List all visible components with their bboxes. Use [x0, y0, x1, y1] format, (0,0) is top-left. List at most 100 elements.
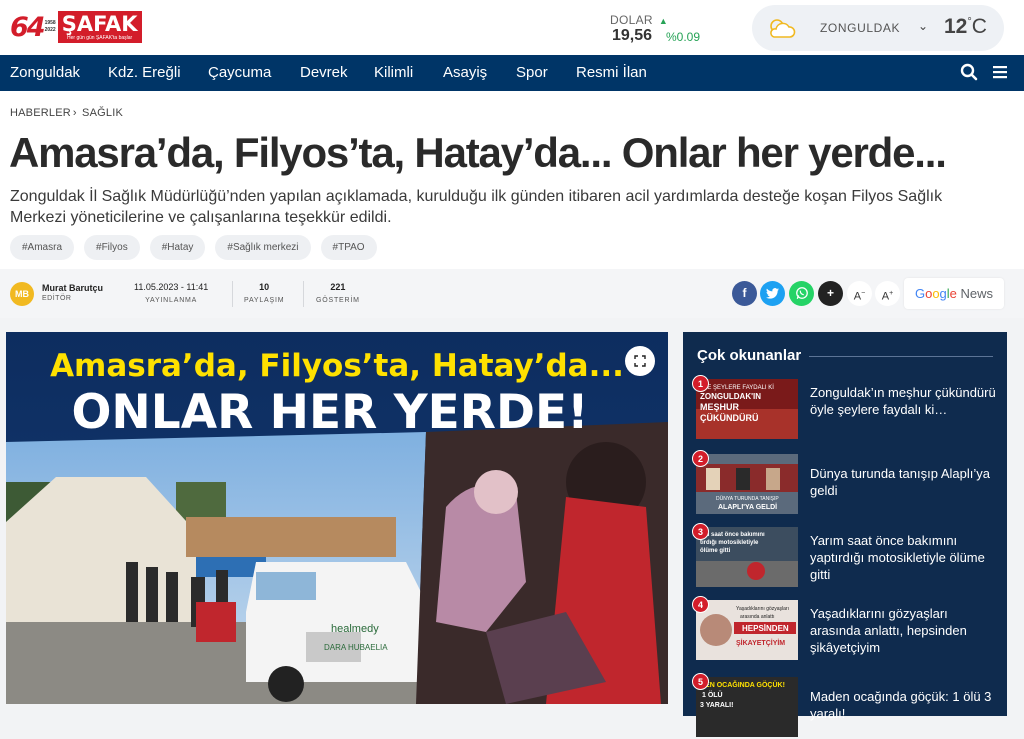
twitter-icon[interactable]	[760, 281, 785, 306]
nav-item-kilimli[interactable]: Kilimli	[374, 64, 413, 81]
thumb-caption: 3 YARALI!	[700, 702, 733, 709]
author-role: EDİTÖR	[42, 295, 72, 302]
tag-amasra[interactable]: #Amasra	[10, 235, 75, 260]
logo-name: ŞAFAK	[61, 12, 138, 36]
temperature-value: 12	[944, 15, 968, 38]
most-read-title[interactable]: Yaşadıklarını gözyaşları arasında anlatt…	[810, 605, 996, 656]
font-increase-button[interactable]: A+	[875, 281, 900, 306]
most-read-sidebar: Çok okunanlar 1 YLE ŞEYLERE FAYDALI Kİ Z…	[683, 332, 1007, 737]
logo-year-bottom: 2022	[44, 27, 56, 33]
logo-number: 64	[10, 11, 46, 43]
rank-badge: 5	[692, 673, 709, 690]
author-name[interactable]: Murat Barutçu	[42, 283, 103, 293]
nav-item-resmi-ilan[interactable]: Resmi İlan	[576, 64, 647, 81]
nav-icons	[960, 63, 1008, 81]
tag-list: #Amasra #Filyos #Hatay #Sağlık merkezi #…	[10, 235, 377, 260]
thumb-caption: ZONGULDAK'IN	[700, 392, 761, 401]
article-hero-image[interactable]: healmedy DARA HUBAELIA Amasra’da, Filyos…	[6, 332, 668, 704]
weather-widget[interactable]: ZONGULDAK ⌄ 12°C	[752, 5, 1004, 51]
thumbnail: Yaşadıklarını gözyaşları arasında anlatt…	[696, 600, 798, 660]
thumb-caption: arasında anlattı	[740, 614, 774, 620]
thumb-caption: ŞİKAYETÇİYİM	[736, 639, 785, 647]
most-read-item-2[interactable]: 2 DÜNYA TURUNDA TANIŞIP ALAPLI'YA GELDİ …	[692, 450, 996, 516]
share-count: 10 PAYLAŞIM	[244, 282, 284, 304]
site-header: 64 1958 2022 ŞAFAK Her gün gün ŞAFAK'ta …	[0, 0, 1024, 55]
tag-hatay[interactable]: #Hatay	[149, 235, 206, 260]
thumb-caption: ölüme gitti	[700, 548, 731, 554]
article-title: Amasra’da, Filyos’ta, Hatay’da... Onlar …	[9, 129, 947, 176]
most-read-title[interactable]: Yarım saat önce bakımını yaptırdığı moto…	[810, 532, 996, 583]
currency-value: 19,56	[612, 27, 653, 44]
most-read-item-3[interactable]: 3 rım saat önce bakımını tırdığı motosik…	[692, 523, 996, 589]
most-read-item-4[interactable]: 4 Yaşadıklarını gözyaşları arasında anla…	[692, 596, 996, 662]
most-read-title[interactable]: Zonguldak’ın meşhur çükündürü öyle şeyle…	[810, 384, 996, 418]
nav-item-zonguldak[interactable]: Zonguldak	[10, 64, 80, 81]
sidebar-title: Çok okunanlar	[697, 347, 802, 364]
hero-headline-top: Amasra’da, Filyos’ta, Hatay’da...	[50, 348, 624, 384]
whatsapp-icon[interactable]	[789, 281, 814, 306]
logo-brand: ŞAFAK Her gün gün ŞAFAK'ta başlar	[57, 11, 142, 43]
currency-widget[interactable]: DOLAR ▲ 19,56 %0.09	[610, 11, 720, 47]
hero-illustration: healmedy DARA HUBAELIA Amasra’da, Filyos…	[6, 332, 668, 704]
chevron-right-icon: ›	[72, 107, 77, 119]
rank-badge: 2	[692, 450, 709, 467]
google-news-letter: G	[914, 286, 926, 301]
publish-date: 11.05.2023 - 11:41 YAYINLANMA	[134, 282, 208, 304]
thumb-caption: 1 ÖLÜ	[702, 690, 723, 699]
expand-icon[interactable]	[625, 346, 655, 376]
nav-item-devrek[interactable]: Devrek	[300, 64, 348, 81]
thumb-caption: YLE ŞEYLERE FAYDALI Kİ	[700, 384, 774, 391]
thumbnail: DEN OCAĞINDA GÖÇÜK! 1 ÖLÜ 3 YARALI!	[696, 677, 798, 737]
rank-badge: 3	[692, 523, 709, 540]
rank-badge: 1	[692, 375, 709, 392]
search-icon[interactable]	[960, 63, 978, 81]
facebook-icon[interactable]: f	[732, 281, 757, 306]
tag-tpao[interactable]: #TPAO	[320, 235, 377, 260]
nav-item-kdz-eregli[interactable]: Kdz. Ereğli	[108, 64, 181, 81]
google-news-button[interactable]: Google News	[904, 278, 1004, 309]
google-news-letter: o	[932, 286, 940, 301]
chevron-down-icon[interactable]: ⌄	[918, 19, 928, 33]
most-read-item-5[interactable]: 5 DEN OCAĞINDA GÖÇÜK! 1 ÖLÜ 3 YARALI! Ma…	[692, 673, 996, 739]
article-summary: Zonguldak İl Sağlık Müdürlüğü’nden yapıl…	[10, 188, 943, 226]
thumb-caption: HEPSİNDEN	[742, 624, 789, 633]
publish-date-value: 11.05.2023 - 11:41	[134, 282, 209, 292]
publish-date-label: YAYINLANMA	[145, 297, 198, 304]
breadcrumb-category[interactable]: SAĞLIK	[82, 107, 123, 119]
nav-item-asayis[interactable]: Asayiş	[443, 64, 487, 81]
font-decrease-button[interactable]: A−	[847, 281, 872, 306]
thumbnail: rım saat önce bakımını tırdığı motosikle…	[696, 527, 798, 587]
nav-item-caycuma[interactable]: Çaycuma	[208, 64, 271, 81]
menu-icon[interactable]	[992, 63, 1008, 81]
weather-city: ZONGULDAK	[820, 21, 901, 35]
ambulance-subtext: DARA HUBAELIA	[324, 643, 388, 652]
most-read-title[interactable]: Dünya turunda tanışıp Alaplı’ya geldi	[810, 465, 996, 499]
breadcrumb-home[interactable]: HABERLER	[10, 107, 71, 119]
google-news-word: News	[956, 286, 994, 301]
main-navigation: Zonguldak Kdz. Ereğli Çaycuma Devrek Kil…	[0, 55, 1024, 91]
hero-headline-bottom: ONLAR HER YERDE!	[71, 385, 588, 440]
thumb-caption: ÇÜKÜNDÜRÜ	[700, 413, 759, 423]
thumb-caption: Yaşadıklarını gözyaşları	[736, 606, 789, 612]
site-logo[interactable]: 64 1958 2022 ŞAFAK Her gün gün ŞAFAK'ta …	[10, 11, 168, 43]
most-read-title[interactable]: Maden ocağında göçük: 1 ölü 3 yaralı!	[810, 688, 996, 722]
currency-label: DOLAR	[610, 13, 653, 27]
nav-item-spor[interactable]: Spor	[516, 64, 548, 81]
article-meta-bar: MB Murat Barutçu EDİTÖR 11.05.2023 - 11:…	[0, 269, 1024, 318]
share-count-label: PAYLAŞIM	[244, 297, 285, 304]
more-share-icon[interactable]: +	[818, 281, 843, 306]
sidebar-title-line	[809, 356, 993, 357]
currency-change: %0.09	[666, 30, 701, 44]
breadcrumb: HABERLER › SAĞLIK	[10, 107, 123, 119]
google-news-label: Google News	[915, 286, 993, 301]
tag-saglik-merkezi[interactable]: #Sağlık merkezi	[215, 235, 311, 260]
trend-up-icon: ▲	[658, 16, 668, 26]
thumb-caption: MEŞHUR	[700, 402, 740, 412]
view-count: 221 GÖSTERİM	[316, 282, 360, 304]
thumb-caption: ALAPLI'YA GELDİ	[718, 503, 777, 511]
tag-filyos[interactable]: #Filyos	[84, 235, 140, 260]
thumb-caption: DEN OCAĞINDA GÖÇÜK!	[700, 680, 785, 689]
avatar[interactable]: MB	[10, 282, 34, 306]
most-read-item-1[interactable]: 1 YLE ŞEYLERE FAYDALI Kİ ZONGULDAK'IN ME…	[692, 375, 996, 441]
divider	[232, 281, 233, 307]
